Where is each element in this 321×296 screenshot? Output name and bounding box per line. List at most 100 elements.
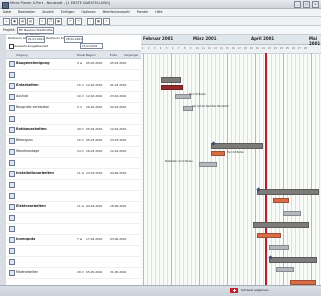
task-start: 23.03.2001: [86, 171, 103, 175]
gantt-bar-elektro-1[interactable]: [257, 233, 281, 238]
day-label: 9: [190, 47, 192, 50]
task-icon: [9, 259, 15, 265]
task-icon: [9, 193, 15, 199]
undo-icon[interactable]: ↶: [67, 18, 74, 25]
minimize-button[interactable]: _: [293, 1, 301, 8]
end-date-field[interactable]: 28.02.2001: [64, 35, 83, 43]
menu-optionen[interactable]: Optionen: [78, 9, 98, 16]
day-label: 25: [286, 47, 289, 50]
month-march: März 2001: [193, 36, 217, 42]
today-date-field[interactable]: 15.03.2001: [80, 43, 103, 50]
label-wandmontage: Stahlbeton durch Boden: [165, 160, 193, 163]
gantt-bar-wandmontage[interactable]: [199, 162, 217, 167]
gantt-bar-elektro-2[interactable]: [269, 245, 289, 250]
day-label: 1: [142, 47, 144, 50]
gantt-bar-elektro[interactable]: [253, 222, 309, 228]
project-filter: Projekt: BV Neubau Stadtmitte 12, St. St…: [0, 26, 321, 37]
grid-line: [251, 53, 252, 293]
column-predecessor[interactable]: Vorgänger: [124, 53, 138, 57]
menu-bar: Datei Bearbeiten Ansicht Einfügen Option…: [0, 9, 321, 17]
task-start: 12.02.2001: [86, 94, 103, 98]
title-bar: Micro Planer X-Pert - Neustadt - [1 ERST…: [0, 0, 321, 9]
task-end: 02.03.2001: [110, 105, 127, 109]
task-icon: [9, 105, 15, 111]
task-icon: [9, 215, 15, 221]
task-end: 31.05.2001: [110, 270, 127, 274]
gantt-bar-betonguss[interactable]: [211, 151, 225, 156]
task-name: Installationarbeiten: [16, 171, 54, 175]
zoom-icon[interactable]: ⌕: [87, 18, 94, 25]
column-end[interactable]: Ende: [110, 53, 117, 57]
date-range-row: Zeitraum ab 01.01.2001 Zeitraum bis 28.0…: [6, 35, 141, 43]
gantt-bar-innenputz[interactable]: [269, 257, 317, 263]
month-february: Februar 2001: [143, 36, 174, 42]
task-icon: [9, 171, 15, 177]
task-name: Baugrube verbaubar: [16, 105, 49, 109]
grid-line: [187, 53, 188, 293]
task-end: 12.04.2001: [110, 149, 127, 153]
task-duration: 9 w: [77, 61, 83, 65]
day-label: 3: [154, 47, 156, 50]
column-task[interactable]: Vorgang: [16, 53, 28, 57]
day-label: 6: [172, 47, 174, 50]
close-button[interactable]: ×: [312, 1, 319, 8]
day-label: 24: [280, 47, 283, 50]
print-icon[interactable]: ▥: [27, 18, 34, 25]
window-controls: _ □ ×: [293, 1, 319, 8]
menu-mehrfachauswahl[interactable]: Mehrfachauswahl: [100, 9, 133, 16]
column-duration[interactable]: Dauer: [77, 53, 86, 57]
grid-line: [191, 53, 192, 293]
gantt-bar-baugenehmigung[interactable]: [161, 77, 181, 83]
gantt-bar-installation[interactable]: [257, 189, 319, 195]
task-duration: 15 d: [77, 138, 84, 142]
gantt-bar-installation-1[interactable]: [273, 198, 289, 203]
task-duration: 7 w: [77, 237, 83, 241]
window-title: Micro Planer X-Pert - Neustadt - [1 ERST…: [10, 1, 111, 6]
day-label: 16: [232, 47, 235, 50]
gantt-bar-rohbau[interactable]: [211, 143, 263, 149]
checkbox-row: Auswahl ausgeblendet 15.03.2001: [6, 43, 141, 50]
day-label: 28: [304, 47, 307, 50]
save-icon[interactable]: ▤: [19, 18, 26, 25]
task-duration: 11 w: [77, 171, 84, 175]
redo-icon[interactable]: ↷: [75, 18, 82, 25]
task-icon: [9, 248, 15, 254]
task-end: 18.06.2001: [110, 204, 127, 208]
task-end: 05.03.2001: [110, 61, 127, 65]
paste-icon[interactable]: ▦: [55, 18, 62, 25]
maximize-button[interactable]: □: [302, 1, 310, 8]
column-start[interactable]: Beginn: [86, 53, 96, 57]
day-label: 18: [244, 47, 247, 50]
task-name: Elektroarbeiten: [16, 204, 46, 208]
open-icon[interactable]: ▣: [11, 18, 18, 25]
grid-line: [143, 53, 144, 293]
new-file-icon[interactable]: +: [3, 18, 10, 25]
gantt-bar-erdarbeiten[interactable]: [161, 85, 183, 90]
menu-ansicht[interactable]: Ansicht: [39, 9, 56, 16]
gantt-bar-innenputz-1[interactable]: [276, 267, 294, 272]
grid-line: [231, 53, 232, 293]
start-date-field[interactable]: 01.01.2001: [26, 35, 45, 43]
gantt-bar-installation-2[interactable]: [283, 211, 301, 216]
project-select[interactable]: BV Neubau Stadtmitte 12, St. Straße: [17, 27, 54, 37]
task-icon: [9, 116, 15, 122]
task-grid: Zeitraum ab 01.01.2001 Zeitraum bis 28.0…: [6, 35, 141, 293]
help-icon[interactable]: ?: [103, 18, 110, 25]
grid-line: [227, 53, 228, 293]
day-label: 17: [238, 47, 241, 50]
task-start: 12.02.2001: [86, 83, 103, 87]
menu-fenster[interactable]: Fenster: [134, 9, 151, 16]
task-duration: 15 d: [77, 83, 84, 87]
menu-datei[interactable]: Datei: [0, 9, 14, 16]
calendar-icon[interactable]: ▦: [95, 18, 102, 25]
cut-icon[interactable]: ✂: [39, 18, 46, 25]
grid-line: [239, 53, 240, 293]
menu-bearbeiten[interactable]: Bearbeiten: [15, 9, 38, 16]
menu-hilfe[interactable]: Hilfe: [152, 9, 165, 16]
copy-icon[interactable]: ❐: [47, 18, 54, 25]
menu-einfuegen[interactable]: Einfügen: [58, 9, 78, 16]
task-end: 03.06.2001: [110, 237, 127, 241]
grid-line: [151, 53, 152, 293]
task-name: Rohbauarbeiten: [16, 127, 47, 131]
table-row[interactable]: Malerarbeiten 20 d 05.05.2001 31.05.2001: [6, 267, 141, 279]
